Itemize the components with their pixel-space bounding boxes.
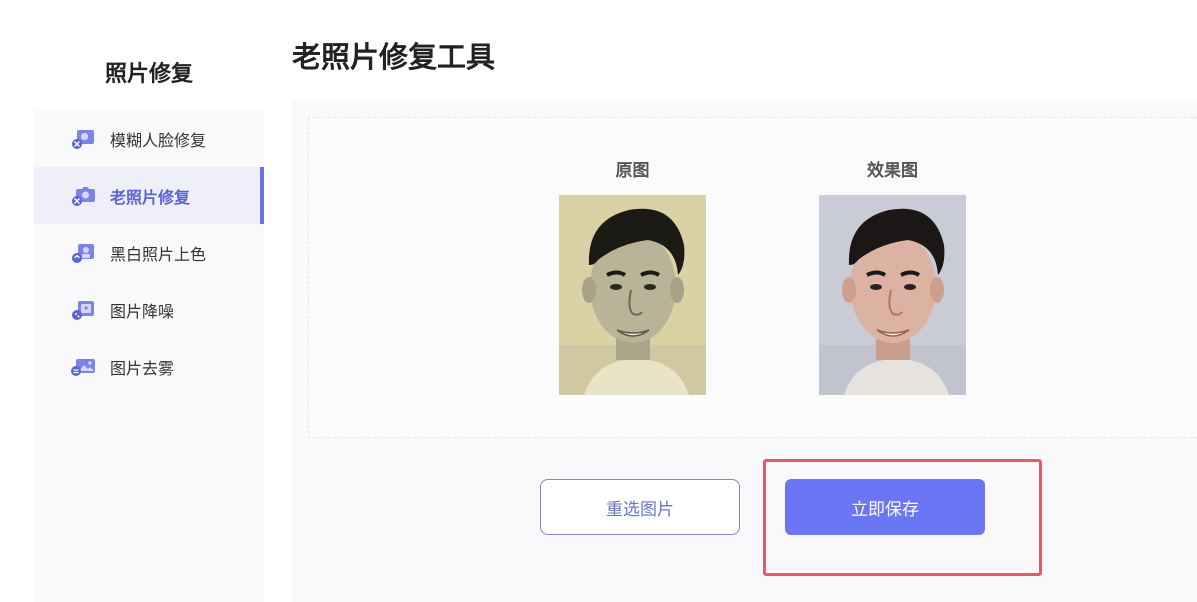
- sidebar-item-face-restore[interactable]: 模糊人脸修复: [34, 110, 264, 167]
- sidebar-item-label: 模糊人脸修复: [110, 130, 207, 150]
- colorize-icon: [72, 243, 94, 263]
- sidebar: 照片修复 模糊人脸修复 老照片修复 黑白照片上色 图片降噪 图片去雾: [34, 0, 264, 602]
- highlight-annotation: [763, 459, 1042, 576]
- result-label: 效果图: [867, 161, 918, 181]
- sidebar-item-label: 图片去雾: [110, 358, 175, 378]
- original-photo: [559, 195, 706, 395]
- sidebar-item-dehaze[interactable]: 图片去雾: [34, 338, 264, 395]
- original-label: 原图: [615, 161, 650, 181]
- reselect-image-button[interactable]: 重选图片: [540, 479, 740, 535]
- main-panel: [292, 101, 1197, 602]
- sidebar-menu: 模糊人脸修复 老照片修复 黑白照片上色 图片降噪 图片去雾: [34, 110, 264, 602]
- old-photo-icon: [72, 186, 95, 206]
- sidebar-item-denoise[interactable]: 图片降噪: [34, 281, 264, 338]
- result-photo: [819, 195, 966, 395]
- sidebar-item-colorize[interactable]: 黑白照片上色: [34, 224, 264, 281]
- compare-area: [308, 117, 1197, 438]
- dehaze-icon: [71, 358, 95, 376]
- sidebar-item-label: 图片降噪: [110, 301, 175, 321]
- face-restore-icon: [72, 129, 94, 149]
- page-title: 老照片修复工具: [292, 40, 496, 74]
- sidebar-item-label: 黑白照片上色: [110, 244, 207, 264]
- sidebar-item-label: 老照片修复: [110, 187, 191, 207]
- sidebar-item-old-photo[interactable]: 老照片修复: [34, 167, 264, 224]
- denoise-icon: [72, 300, 94, 320]
- sidebar-title: 照片修复: [104, 62, 193, 87]
